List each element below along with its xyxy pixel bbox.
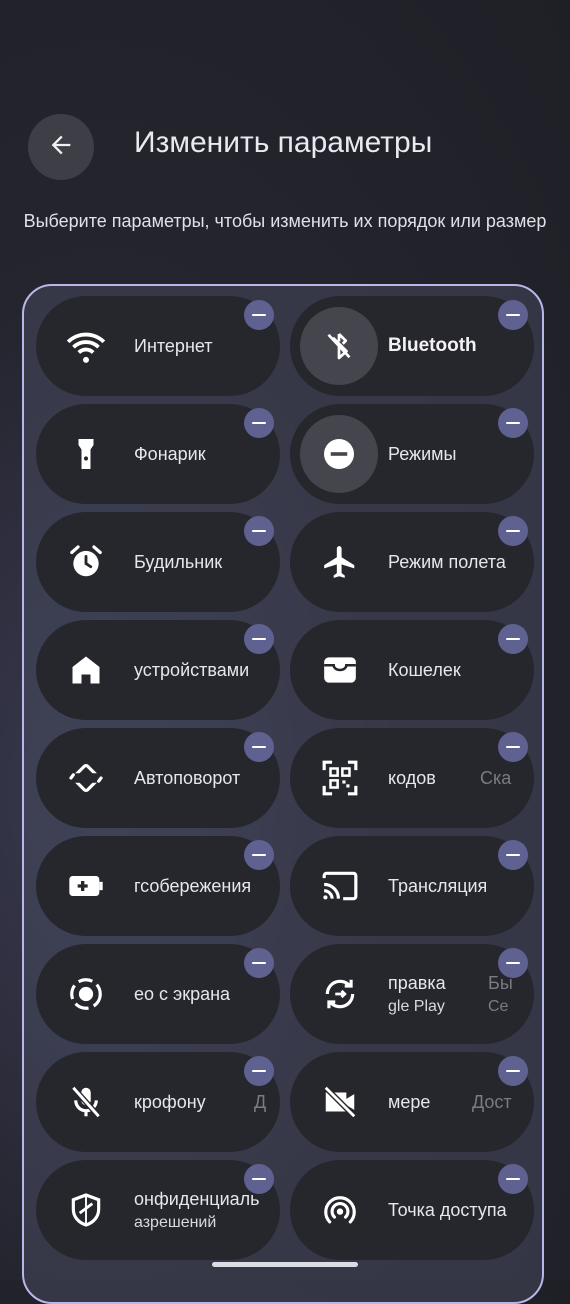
remove-tile-button[interactable] [498,948,528,978]
quick-share-icon [318,972,362,1016]
overflow-sub: Се [488,997,509,1015]
tile-label: крофону [134,1091,206,1112]
minus-icon [252,1069,266,1073]
remove-tile-button[interactable] [244,300,274,330]
remove-tile-button[interactable] [244,840,274,870]
camera-off-icon [318,1080,362,1124]
back-button[interactable] [28,114,94,180]
minus-icon [506,1177,520,1181]
tile-privacy[interactable]: онфиденциаль азрешений [36,1160,280,1260]
remove-tile-button[interactable] [244,516,274,546]
battery-saver-icon [64,864,108,908]
remove-tile-button[interactable] [244,1164,274,1194]
tile-label-main: правка [388,972,446,993]
tile-label: правка gle Play [388,944,446,1044]
remove-tile-button[interactable] [498,1056,528,1086]
minus-icon [506,421,520,425]
remove-tile-button[interactable] [244,1056,274,1086]
tile-label-sub: gle Play [388,997,445,1015]
remove-tile-button[interactable] [498,408,528,438]
remove-tile-button[interactable] [244,732,274,762]
minus-icon [252,745,266,749]
minus-icon [506,961,520,965]
minus-icon [252,961,266,965]
home-icon [64,648,108,692]
remove-tile-button[interactable] [498,1164,528,1194]
privacy-shield-icon [64,1188,108,1232]
minus-icon [252,421,266,425]
tile-internet[interactable]: Интернет [36,296,280,396]
autorotate-icon [64,756,108,800]
minus-icon [506,1069,520,1073]
alarm-icon [64,540,108,584]
minus-icon [252,637,266,641]
wifi-icon [64,324,108,368]
tile-autorotate[interactable]: Автоповорот [36,728,280,828]
minus-icon [252,1177,266,1181]
minus-icon [252,313,266,317]
minus-icon [506,529,520,533]
tile-qr-scanner[interactable]: кодов Ска [290,728,534,828]
minus-icon [506,637,520,641]
tile-label-sub: азрешений [134,1213,217,1231]
tiles-panel: Интернет Bluetooth Фонарик Режимы Будиль… [22,284,544,1304]
minus-icon [252,853,266,857]
tile-bluetooth[interactable]: Bluetooth [290,296,534,396]
tile-screen-record[interactable]: ео с экрана [36,944,280,1044]
minus-icon [506,745,520,749]
tile-label-main: онфиденциаль [134,1188,260,1209]
tile-label: кодов [388,767,436,788]
tile-camera-access[interactable]: мере Дост [290,1052,534,1152]
tile-mic-access[interactable]: крофону Д [36,1052,280,1152]
modes-icon [300,415,378,493]
page-subtitle: Выберите параметры, чтобы изменить их по… [23,211,547,231]
page-title: Изменить параметры [134,126,433,159]
wallet-icon [318,648,362,692]
airplane-icon [318,540,362,584]
tile-modes[interactable]: Режимы [290,404,534,504]
cast-icon [318,864,362,908]
tile-hotspot[interactable]: Точка доступа [290,1160,534,1260]
remove-tile-button[interactable] [498,624,528,654]
mic-off-icon [64,1080,108,1124]
tile-flashlight[interactable]: Фонарик [36,404,280,504]
tile-battery-saver[interactable]: гсобережения [36,836,280,936]
bluetooth-off-icon [300,307,378,385]
remove-tile-button[interactable] [244,948,274,978]
tile-wallet[interactable]: Кошелек [290,620,534,720]
tile-label: мере [388,1091,431,1112]
minus-icon [506,853,520,857]
remove-tile-button[interactable] [498,840,528,870]
minus-icon [252,529,266,533]
tile-quick-share[interactable]: правка gle Play Бы Се [290,944,534,1044]
tile-airplane-mode[interactable]: Режим полета [290,512,534,612]
remove-tile-button[interactable] [498,516,528,546]
remove-tile-button[interactable] [498,300,528,330]
remove-tile-button[interactable] [244,624,274,654]
tile-cast[interactable]: Трансляция [290,836,534,936]
minus-icon [506,313,520,317]
tile-device-control[interactable]: устройствами [36,620,280,720]
home-indicator[interactable] [212,1262,358,1267]
flashlight-icon [64,432,108,476]
arrow-left-icon [47,131,75,164]
hotspot-icon [318,1188,362,1232]
qr-scanner-icon [318,756,362,800]
remove-tile-button[interactable] [244,408,274,438]
screen-record-icon [64,972,108,1016]
remove-tile-button[interactable] [498,732,528,762]
tile-alarm[interactable]: Будильник [36,512,280,612]
